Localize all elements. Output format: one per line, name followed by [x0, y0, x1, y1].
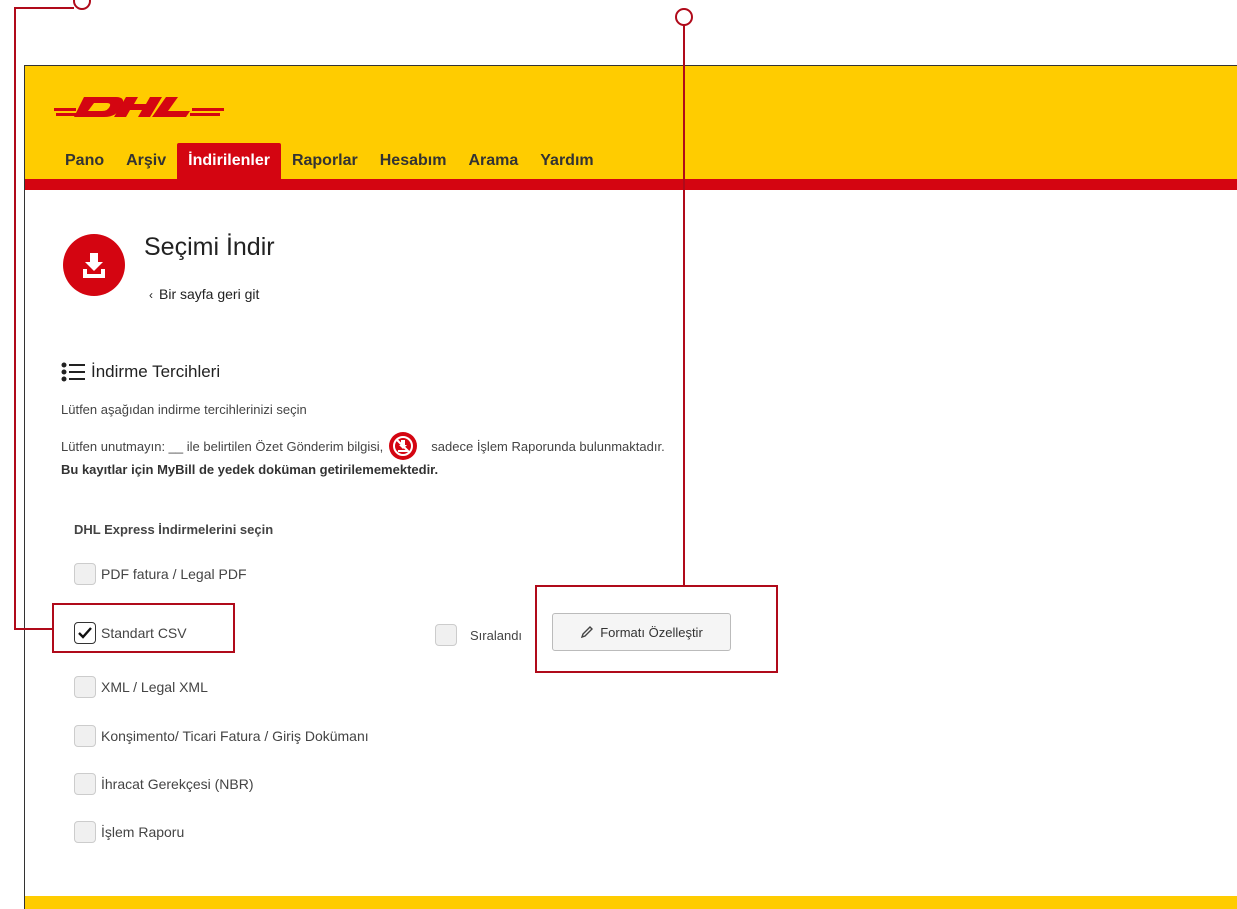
nav-item-arama[interactable]: Arama	[457, 143, 529, 179]
info-line-1: Lütfen aşağıdan indirme tercihlerinizi s…	[61, 402, 307, 417]
app-frame: Pano Arşiv İndirilenler Raporlar Hesabım…	[24, 65, 1237, 909]
option-sorted-label: Sıralandı	[470, 627, 523, 643]
checkbox-pdf[interactable]	[74, 563, 96, 585]
annotation-line	[14, 7, 16, 630]
nav-item-hesabim[interactable]: Hesabım	[369, 143, 458, 179]
option-csv: Standart CSV	[74, 622, 187, 644]
nav-item-raporlar[interactable]: Raporlar	[281, 143, 369, 179]
info-line-2: Lütfen unutmayın: __ ile belirtilen Özet…	[61, 432, 665, 460]
preferences-heading: İndirme Tercihleri	[61, 362, 220, 382]
option-nbr-label: İhracat Gerekçesi (NBR)	[101, 776, 254, 792]
main-nav: Pano Arşiv İndirilenler Raporlar Hesabım…	[54, 143, 605, 179]
annotation-marker	[675, 8, 693, 26]
checkbox-csv[interactable]	[74, 622, 96, 644]
checkmark-icon	[78, 627, 92, 639]
header: Pano Arşiv İndirilenler Raporlar Hesabım…	[25, 66, 1237, 190]
checkbox-nbr[interactable]	[74, 773, 96, 795]
page-title: Seçimi İndir	[144, 233, 275, 261]
nav-item-pano[interactable]: Pano	[54, 143, 115, 179]
checkbox-islem-raporu[interactable]	[74, 821, 96, 843]
nav-item-yardim[interactable]: Yardım	[529, 143, 604, 179]
customize-format-button[interactable]: Formatı Özelleştir	[552, 613, 731, 651]
customize-format-label: Formatı Özelleştir	[600, 624, 703, 640]
preferences-heading-label: İndirme Tercihleri	[91, 362, 221, 381]
option-islem-raporu-label: İşlem Raporu	[101, 824, 185, 840]
option-konsimento: Konşimento/ Ticari Fatura / Giriş Doküma…	[74, 725, 369, 747]
footer-bar	[25, 896, 1237, 909]
nav-item-arsiv[interactable]: Arşiv	[115, 143, 177, 179]
nav-item-indirilenler[interactable]: İndirilenler	[177, 143, 281, 179]
checkbox-konsimento[interactable]	[74, 725, 96, 747]
option-csv-label: Standart CSV	[101, 625, 187, 641]
option-xml: XML / Legal XML	[74, 676, 208, 698]
info-line-2-before: Lütfen unutmayın: __ ile belirtilen Özet…	[61, 438, 384, 454]
option-sorted: Sıralandı	[435, 624, 522, 646]
info-line-2-after: sadece İşlem Raporunda bulunmaktadır.	[431, 438, 665, 454]
downloads-heading: DHL Express İndirmelerini seçin	[74, 522, 274, 537]
option-nbr: İhracat Gerekçesi (NBR)	[74, 773, 253, 795]
annotation-line	[14, 7, 74, 9]
annotation-marker	[73, 0, 91, 10]
chevron-left-icon: ‹	[149, 288, 153, 302]
pencil-icon	[581, 626, 594, 639]
option-pdf-label: PDF fatura / Legal PDF	[101, 566, 247, 582]
option-xml-label: XML / Legal XML	[101, 679, 208, 695]
option-konsimento-label: Konşimento/ Ticari Fatura / Giriş Doküma…	[101, 728, 369, 744]
back-link-label: Bir sayfa geri git	[159, 286, 260, 302]
checkbox-sorted[interactable]	[435, 624, 457, 646]
list-icon	[61, 362, 85, 382]
nav-underline	[25, 179, 1237, 190]
no-download-icon	[389, 432, 418, 460]
option-pdf: PDF fatura / Legal PDF	[74, 563, 247, 585]
info-line-3: Bu kayıtlar için MyBill de yedek doküman…	[61, 462, 439, 477]
back-link[interactable]: ‹ Bir sayfa geri git	[149, 286, 259, 302]
dhl-logo	[54, 97, 224, 117]
download-icon	[63, 234, 125, 296]
option-islem-raporu: İşlem Raporu	[74, 821, 184, 843]
checkbox-xml[interactable]	[74, 676, 96, 698]
